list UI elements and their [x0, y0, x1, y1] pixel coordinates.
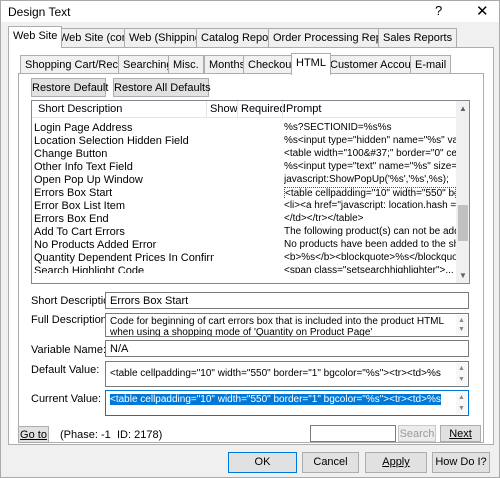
row-prompt: %s?SECTIONID=%s%s	[284, 122, 392, 133]
short-description-field[interactable]: Errors Box Start	[105, 292, 469, 309]
default-value-field[interactable]: <table cellpadding="10" width="550" bord…	[105, 361, 469, 387]
phase-text: (Phase: -1	[60, 429, 111, 441]
column-prompt[interactable]: Prompt	[286, 103, 321, 115]
search-button[interactable]: Search	[398, 425, 436, 442]
default-value-text: <table cellpadding="10" width="550" bord…	[110, 368, 441, 379]
row-prompt: <table width="100&#37;" border="0" cell.…	[284, 148, 456, 159]
restore-default-label: Restore Default	[32, 82, 109, 94]
search-label: Search	[399, 428, 435, 440]
restore-default-button[interactable]: Restore Default	[31, 78, 109, 97]
current-value-label: Current Value:	[31, 393, 102, 405]
scroll-down-icon[interactable]: ▼	[459, 271, 467, 280]
ok-label: OK	[254, 456, 271, 468]
cancel-label: Cancel	[313, 456, 348, 468]
row-prompt: <b>%s</b><blockquote>%s</blockquote>	[284, 252, 456, 263]
tab-sales-reports[interactable]: Sales Reports	[378, 28, 458, 48]
tab-html[interactable]: HTML	[291, 53, 331, 75]
row-prompt: No products have been added to the shop.…	[284, 239, 456, 250]
go-to-label: Go to	[20, 429, 47, 441]
row-prompt: The following product(s) can not be adde…	[284, 226, 456, 237]
scroll-up-icon[interactable]: ▲	[459, 104, 467, 113]
list-item[interactable]: Add To Cart Errors The following product(…	[32, 226, 456, 238]
row-description: Errors Box End	[34, 213, 109, 225]
title-bar: Design Text ? ✕	[0, 0, 500, 22]
list-header: Short Description Show Required Prompt	[32, 101, 456, 118]
list-item[interactable]: Errors Box End </td></tr></table>	[32, 213, 456, 225]
full-description-scrollbar[interactable]: ▲ ▼	[456, 315, 467, 335]
text-list[interactable]: Short Description Show Required Prompt L…	[31, 100, 470, 284]
row-description: Login Page Address	[34, 122, 133, 134]
next-button[interactable]: Next	[440, 425, 481, 442]
how-do-i-label: How Do I?	[435, 456, 487, 468]
list-item[interactable]: Search Highlight Code <span class="setsea…	[32, 265, 456, 273]
list-item[interactable]: Change Button <table width="100&#37;" bor…	[32, 148, 456, 160]
list-scrollbar[interactable]: ▲ ▼	[456, 101, 469, 283]
tab-misc[interactable]: Misc.	[168, 55, 204, 75]
column-show[interactable]: Show	[210, 103, 238, 115]
close-icon[interactable]: ✕	[476, 2, 489, 20]
current-value-field[interactable]: <table cellpadding="10" width="550" bord…	[105, 390, 469, 416]
row-description: Quantity Dependent Prices In Confirmatio…	[34, 252, 214, 264]
row-description: Add To Cart Errors	[34, 226, 125, 238]
ok-button[interactable]: OK	[228, 452, 297, 473]
full-description-text: Code for beginning of cart errors box th…	[110, 316, 444, 337]
how-do-i-button[interactable]: How Do I?	[432, 452, 490, 473]
current-value-text: <table cellpadding="10" width="550" bord…	[110, 394, 441, 405]
row-prompt: </td></tr></table>	[284, 213, 364, 224]
list-item[interactable]: Open Pop Up Window javascript:ShowPopUp('…	[32, 174, 456, 186]
column-short-description[interactable]: Short Description	[38, 103, 122, 115]
list-item[interactable]: Quantity Dependent Prices In Confirmatio…	[32, 252, 456, 264]
restore-all-defaults-label: Restore All Defaults	[114, 82, 211, 94]
restore-all-defaults-button[interactable]: Restore All Defaults	[113, 78, 211, 97]
row-prompt: <table cellpadding="10" width="550" bor.…	[284, 187, 456, 199]
row-description: Error Box List Item	[34, 200, 126, 212]
next-label: Next	[449, 428, 472, 440]
tab-web-site[interactable]: Web Site	[8, 26, 63, 48]
row-description: Errors Box Start	[34, 187, 113, 199]
list-item-selected[interactable]: Errors Box Start <table cellpadding="10" …	[32, 187, 456, 199]
list-item[interactable]: Location Selection Hidden Field %s<input …	[32, 135, 456, 147]
search-input[interactable]	[310, 425, 396, 442]
scroll-thumb[interactable]	[458, 205, 468, 241]
cancel-button[interactable]: Cancel	[302, 452, 359, 473]
row-prompt: <span class="setsearchhighlighter">...	[284, 265, 454, 273]
row-prompt: <li><a href="javascript: location.hash =…	[284, 200, 456, 211]
list-item[interactable]: Error Box List Item <li><a href="javascri…	[32, 200, 456, 212]
list-item[interactable]: No Products Added Error No products have …	[32, 239, 456, 251]
row-description: Location Selection Hidden Field	[34, 135, 189, 147]
apply-label: Apply	[382, 456, 410, 468]
row-description: No Products Added Error	[34, 239, 157, 251]
full-description-field[interactable]: Code for beginning of cart errors box th…	[105, 313, 469, 337]
default-value-label: Default Value:	[31, 364, 100, 376]
column-required[interactable]: Required	[241, 103, 286, 115]
row-description: Change Button	[34, 148, 108, 160]
current-value-scrollbar[interactable]: ▲ ▼	[456, 392, 467, 414]
row-description: Search Highlight Code	[34, 265, 145, 273]
row-prompt: javascript:ShowPopUp('%s','%s',%s);	[284, 174, 449, 185]
list-item[interactable]: Login Page Address %s?SECTIONID=%s%s	[32, 122, 456, 134]
list-item[interactable]: Other Info Text Field %s<input type="text…	[32, 161, 456, 173]
row-description: Open Pop Up Window	[34, 174, 143, 186]
full-description-label: Full Description:	[31, 314, 110, 326]
row-prompt: %s<input type="hidden" name="%s" valu...	[284, 135, 456, 146]
window-title: Design Text	[8, 5, 71, 19]
variable-name-label: Variable Name:	[31, 344, 106, 356]
tab-email[interactable]: E-mail	[410, 55, 452, 75]
variable-name-field[interactable]: N/A	[105, 340, 469, 357]
go-to-button[interactable]: Go to	[18, 426, 49, 443]
row-description: Other Info Text Field	[34, 161, 133, 173]
id-text: ID: 2178)	[117, 429, 163, 441]
default-value-scrollbar[interactable]: ▲ ▼	[456, 363, 467, 385]
apply-button[interactable]: Apply	[365, 452, 427, 473]
row-prompt: %s<input type="text" name="%s" size="%..…	[284, 161, 456, 172]
help-icon[interactable]: ?	[435, 3, 442, 18]
